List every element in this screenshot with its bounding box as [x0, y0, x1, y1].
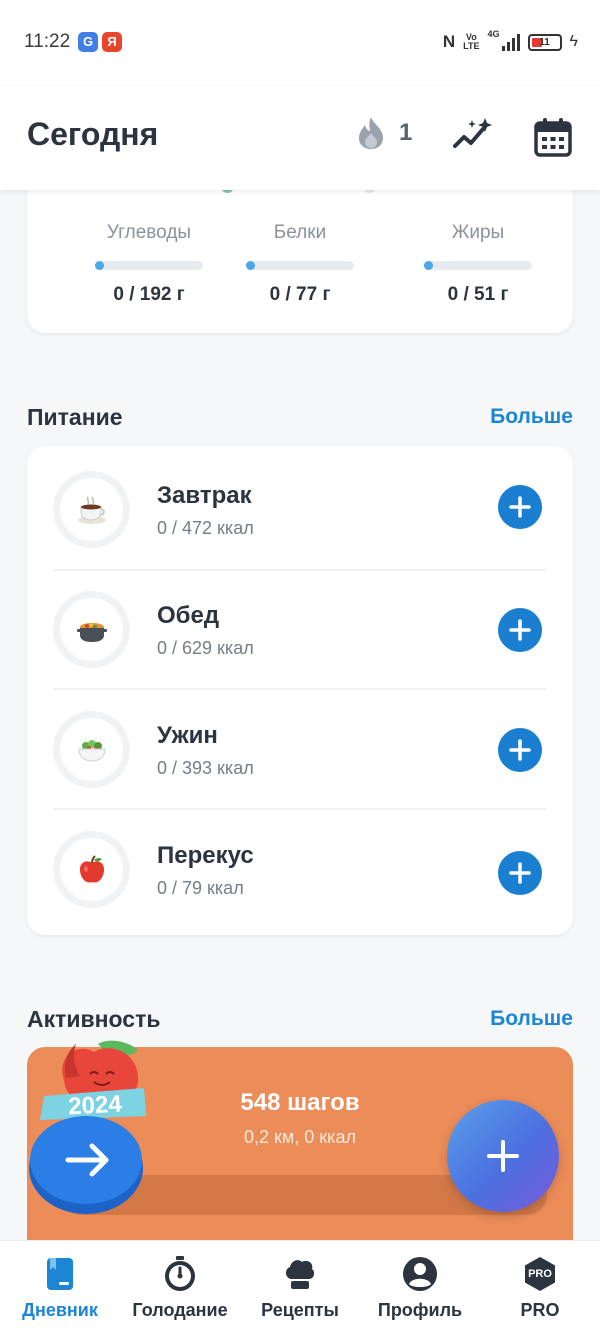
nav-label: PRO: [520, 1300, 560, 1320]
meal-name: Ужин: [157, 722, 218, 749]
chef-hat-icon: [282, 1256, 318, 1292]
add-breakfast-button[interactable]: [498, 485, 542, 529]
volte-icon: Vo LTE: [463, 32, 480, 51]
profile-icon: [402, 1256, 438, 1292]
meal-row-lunch[interactable]: Обед 0 / 629 ккал: [27, 566, 573, 686]
apple-icon: [79, 854, 104, 882]
year-promo-widget[interactable]: 2024: [28, 1036, 158, 1216]
nav-label: Дневник: [22, 1300, 98, 1320]
nav-label: Профиль: [377, 1300, 463, 1320]
statistics-button[interactable]: [452, 116, 494, 156]
streak-button[interactable]: 1: [357, 116, 412, 150]
nav-label: Голодание: [132, 1300, 228, 1320]
meal-name: Завтрак: [157, 482, 252, 509]
yandex-app-icon: Я: [102, 32, 122, 52]
status-indicators: N Vo LTE 4G 11 ϟ: [442, 29, 578, 54]
meal-row-dinner[interactable]: Ужин 0 / 393 ккал: [27, 686, 573, 806]
add-snack-button[interactable]: [498, 851, 542, 895]
nav-item-fasting[interactable]: Голодание: [120, 1241, 240, 1332]
apple-mascot-icon: [29, 1040, 146, 1214]
page-title: Сегодня: [27, 116, 159, 152]
stopwatch-icon: [162, 1256, 198, 1292]
nutrition-more-link[interactable]: Больше: [490, 405, 573, 429]
status-time: 11:22: [24, 31, 71, 52]
promo-year: 2024: [67, 1090, 123, 1121]
nav-item-profile[interactable]: Профиль: [370, 1241, 470, 1332]
flame-icon: [359, 117, 383, 149]
add-lunch-button[interactable]: [498, 608, 542, 652]
plus-icon: [509, 862, 531, 884]
plus-icon: [487, 1140, 519, 1172]
nav-item-pro[interactable]: PRO PRO: [490, 1241, 590, 1332]
meal-progress-ring: [53, 471, 130, 548]
plus-icon: [509, 619, 531, 641]
nav-item-recipes[interactable]: Рецепты: [250, 1241, 350, 1332]
meal-progress-ring: [53, 831, 130, 908]
macro-value: 0 / 77 г: [269, 284, 331, 305]
macro-value: 0 / 51 г: [447, 284, 509, 305]
add-activity-fab[interactable]: [447, 1100, 559, 1212]
macro-progress-bar: [424, 261, 532, 270]
charging-icon: ϟ: [569, 33, 578, 50]
meal-kcal: 0 / 629 ккал: [157, 638, 254, 658]
pro-badge-text: PRO: [528, 1268, 552, 1280]
nav-item-diary[interactable]: Дневник: [10, 1241, 110, 1332]
diary-icon: [42, 1256, 78, 1292]
streak-count: 1: [399, 119, 413, 146]
nutrition-title: Питание: [27, 404, 123, 430]
pro-badge-icon: PRO: [522, 1256, 558, 1292]
app-header: Сегодня 1: [0, 86, 600, 190]
macro-protein: Белки 0 / 77 г: [230, 222, 370, 306]
battery-text: 11: [539, 36, 550, 48]
signal-icon: [501, 33, 520, 51]
coffee-cup-icon: [77, 496, 106, 524]
meal-progress-ring: [53, 711, 130, 788]
add-dinner-button[interactable]: [498, 728, 542, 772]
macro-label: Жиры: [451, 222, 505, 243]
macro-progress-fill: [424, 261, 433, 270]
soup-pot-icon: [76, 622, 107, 642]
calendar-icon: [534, 118, 572, 157]
meal-row-snack[interactable]: Перекус 0 / 79 ккал: [27, 806, 573, 926]
plus-icon: [509, 739, 531, 761]
browser-app-icon: G: [78, 32, 98, 52]
meal-name: Обед: [157, 602, 220, 629]
macro-progress-fill: [95, 261, 104, 270]
status-bar: 11:22 G Я N Vo LTE 4G 11 ϟ: [0, 0, 600, 86]
macro-fat: Жиры 0 / 51 г: [408, 222, 548, 306]
macro-progress-bar: [246, 261, 354, 270]
battery-icon: 11: [527, 33, 562, 51]
network-type: 4G: [487, 29, 500, 39]
nfc-icon: N: [442, 32, 456, 51]
activity-more-link[interactable]: Больше: [490, 1007, 573, 1031]
macro-label: Углеводы: [106, 222, 192, 243]
meal-name: Перекус: [157, 842, 254, 869]
plus-icon: [509, 496, 531, 518]
meal-kcal: 0 / 472 ккал: [157, 518, 254, 538]
activity-title: Активность: [27, 1006, 161, 1032]
macro-progress-fill: [246, 261, 255, 270]
salad-bowl-icon: [77, 739, 106, 762]
meal-kcal: 0 / 393 ккал: [157, 758, 254, 778]
macro-progress-bar: [95, 261, 203, 270]
meal-kcal: 0 / 79 ккал: [157, 878, 244, 898]
meal-row-breakfast[interactable]: Завтрак 0 / 472 ккал: [27, 446, 573, 566]
trend-sparkle-icon: [453, 118, 492, 148]
bottom-nav: Дневник Голодание Рецепты Профиль PRO PR…: [0, 1240, 600, 1332]
meals-card: Завтрак 0 / 472 ккал Обед 0 / 629 ккал У…: [27, 446, 573, 935]
macro-label: Белки: [273, 222, 327, 243]
calendar-button[interactable]: [533, 116, 573, 158]
meal-progress-ring: [53, 591, 130, 668]
macro-carbs: Углеводы 0 / 192 г: [79, 222, 219, 306]
macro-value: 0 / 192 г: [113, 284, 185, 305]
nav-label: Рецепты: [261, 1300, 339, 1320]
